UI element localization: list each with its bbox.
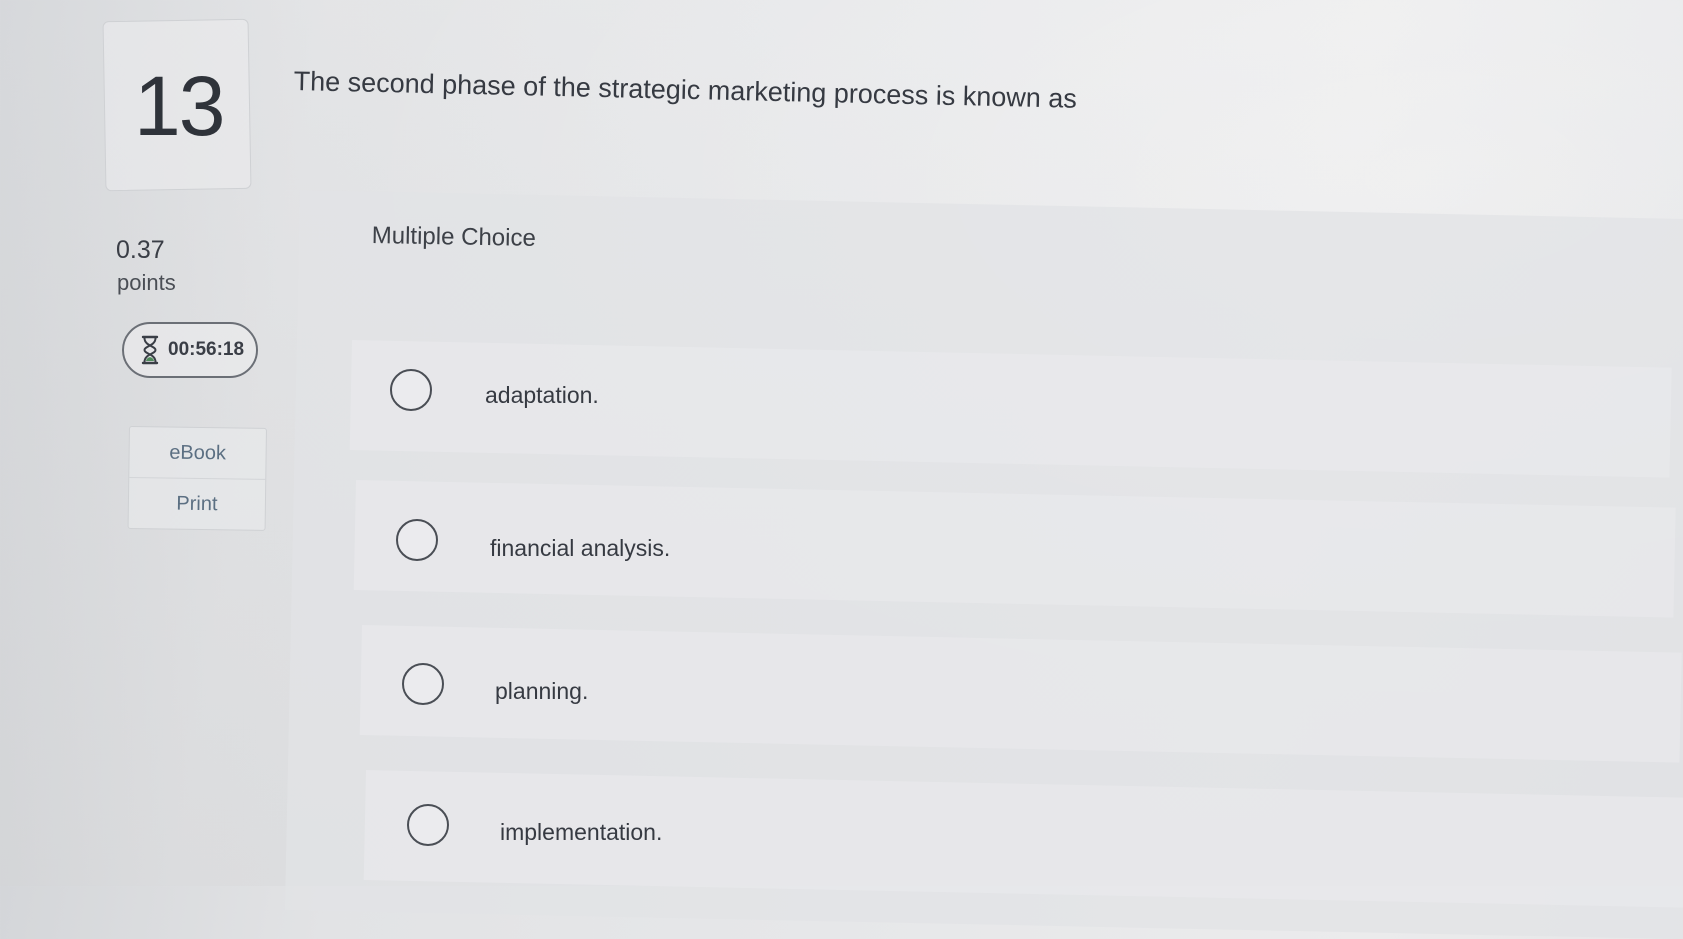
question-number: 13	[134, 59, 225, 153]
points-value: 0.37	[116, 236, 165, 264]
question-text: The second phase of the strategic market…	[293, 66, 1078, 114]
choice-label-financial-analysis: financial analysis.	[490, 535, 671, 561]
radio-button-planning[interactable]	[402, 663, 444, 705]
timer-badge[interactable]: 00:56:18	[122, 322, 258, 378]
radio-button-implementation[interactable]	[407, 804, 449, 846]
radio-button-adaptation[interactable]	[390, 369, 432, 411]
print-link[interactable]: Print	[128, 477, 266, 530]
timer-text: 00:56:18	[168, 339, 245, 360]
choice-label-implementation: implementation.	[500, 819, 663, 845]
side-tools: eBook Print	[127, 426, 267, 531]
choice-label-adaptation: adaptation.	[485, 382, 599, 408]
points-label: points	[117, 270, 176, 295]
choice-label-planning: planning.	[495, 678, 589, 704]
hourglass-icon	[141, 335, 159, 365]
ebook-link[interactable]: eBook	[129, 427, 266, 479]
multiple-choice-label: Multiple Choice	[371, 222, 537, 252]
radio-button-financial-analysis[interactable]	[396, 519, 438, 561]
